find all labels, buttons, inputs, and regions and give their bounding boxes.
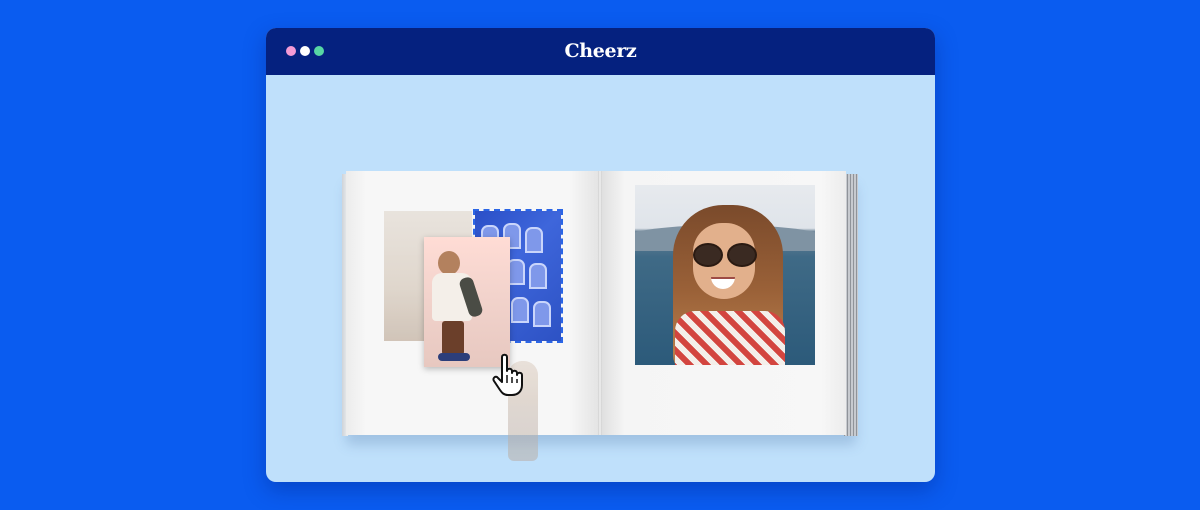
- book-page-edge-right: [844, 174, 858, 436]
- kid-pants: [442, 321, 464, 355]
- patterned-top: [675, 311, 785, 365]
- app-window: Cheerz: [266, 28, 935, 482]
- woman-portrait-photo[interactable]: [635, 185, 815, 365]
- tower-arch: [511, 297, 529, 323]
- kid-head: [438, 251, 460, 275]
- tower-arch: [525, 227, 543, 253]
- title-bar: Cheerz: [266, 28, 935, 75]
- sunglasses-icon: [689, 243, 759, 267]
- editor-canvas: [266, 75, 935, 482]
- app-logo-title: Cheerz: [564, 40, 637, 62]
- tower-arch: [529, 263, 547, 289]
- book-spine: [598, 171, 602, 435]
- kid-photo-dragged[interactable]: [424, 237, 510, 367]
- tower-arch: [533, 301, 551, 327]
- kid-shoes: [438, 353, 470, 361]
- hand-pointer-icon: [492, 353, 523, 396]
